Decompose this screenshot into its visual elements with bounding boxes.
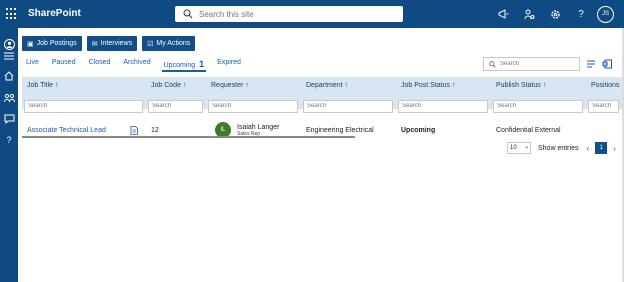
table-row[interactable]: Associate Technical Lead 12 IL Isaiah La… (22, 116, 622, 144)
user-avatar[interactable]: JS (597, 5, 614, 23)
my-actions-label: My Actions (156, 40, 191, 47)
filter-department[interactable] (303, 99, 393, 113)
column-header-positions[interactable]: Positions (586, 77, 622, 93)
chevron-down-icon: ▾ (525, 145, 528, 151)
mail-icon: ✉ (91, 40, 98, 48)
filter-publish-status[interactable] (493, 99, 583, 113)
column-header-job-title[interactable]: Job Title ↑ (22, 77, 146, 93)
hamburger-icon[interactable] (3, 50, 15, 62)
filter-list-icon[interactable] (586, 59, 596, 69)
interviews-button[interactable]: ✉ Interviews (86, 36, 138, 51)
tab-upcoming[interactable]: Upcoming 1 (161, 59, 206, 72)
checklist-icon: ☑ (147, 40, 154, 48)
chat-icon[interactable] (3, 113, 15, 125)
tab-closed[interactable]: Closed (89, 59, 111, 69)
excel-export-icon[interactable] (602, 59, 612, 69)
filter-job-code[interactable] (148, 99, 203, 113)
people-settings-icon[interactable] (519, 5, 539, 23)
column-header-department[interactable]: Department ↑ (301, 77, 396, 93)
search-icon (183, 9, 193, 19)
help-rail-icon[interactable]: ? (3, 134, 15, 146)
filter-row (22, 93, 622, 113)
requester-name: Isaiah Langer (237, 123, 280, 131)
job-postings-label: Job Postings (36, 40, 77, 47)
profile-icon[interactable] (3, 38, 15, 50)
tab-expired[interactable]: Expired (217, 59, 241, 69)
gear-icon[interactable] (545, 5, 565, 23)
page-size-value: 10 (510, 145, 517, 151)
department-cell: Engineering Electrical (306, 126, 374, 134)
publish-status-cell: Confidential External (496, 126, 561, 134)
document-edit-icon[interactable] (130, 125, 138, 135)
column-header-requester[interactable]: Requester ↑ (206, 77, 301, 93)
filter-job-post-status[interactable] (398, 99, 488, 113)
column-header-publish-status[interactable]: Publish Status ↑ (491, 77, 586, 93)
tab-live[interactable]: Live (26, 59, 39, 69)
job-title-link[interactable]: Associate Technical Lead (27, 127, 106, 134)
job-code-cell: 12 (151, 126, 159, 134)
job-postings-button[interactable]: ▣ Job Postings (22, 36, 82, 51)
site-search-input[interactable] (199, 9, 389, 19)
filter-job-title[interactable] (24, 99, 143, 113)
grid-search-input[interactable] (500, 61, 570, 67)
column-header-job-code[interactable]: Job Code ↑ (146, 77, 206, 93)
page-size-select[interactable]: 10 ▾ (507, 142, 531, 154)
filter-positions[interactable] (588, 99, 619, 113)
show-entries-label: Show entries (538, 144, 579, 152)
chevron-right-icon[interactable]: › (613, 144, 616, 153)
left-rail: ? (0, 28, 18, 282)
horizontal-scrollbar[interactable] (22, 136, 355, 138)
interviews-label: Interviews (100, 40, 133, 47)
table-header: Job Title ↑ Job Code ↑ Requester ↑ Depar… (22, 77, 622, 93)
my-actions-button[interactable]: ☑ My Actions (142, 36, 196, 51)
job-post-status-cell: Upcoming (401, 126, 436, 134)
briefcase-icon: ▣ (27, 40, 34, 48)
tab-upcoming-count: 1 (199, 59, 205, 69)
app-launcher-icon[interactable] (6, 8, 18, 20)
chevron-left-icon[interactable]: ‹ (586, 144, 589, 153)
search-icon (489, 60, 496, 68)
page-number-button[interactable]: 1 (595, 142, 608, 154)
app-title[interactable]: SharePoint (28, 8, 81, 19)
site-search-box[interactable] (175, 6, 403, 22)
help-icon[interactable]: ? (571, 5, 591, 23)
job-postings-table: Job Title ↑ Job Code ↑ Requester ↑ Depar… (22, 77, 622, 144)
tab-archived[interactable]: Archived (123, 59, 150, 69)
team-icon[interactable] (3, 92, 15, 104)
filter-requester[interactable] (208, 99, 298, 113)
grid-search-box[interactable] (483, 57, 580, 71)
tab-paused[interactable]: Paused (52, 59, 76, 69)
tab-upcoming-label: Upcoming (163, 62, 196, 69)
status-tabs: Live Paused Closed Archived Upcoming 1 Ex… (26, 59, 254, 72)
top-bar: SharePoint ? JS (0, 0, 624, 28)
home-icon[interactable] (3, 70, 15, 82)
pager: 10 ▾ Show entries ‹ 1 › (507, 142, 616, 154)
column-header-job-post-status[interactable]: Job Post Status ↑ (396, 77, 491, 93)
megaphone-icon[interactable] (493, 5, 513, 23)
